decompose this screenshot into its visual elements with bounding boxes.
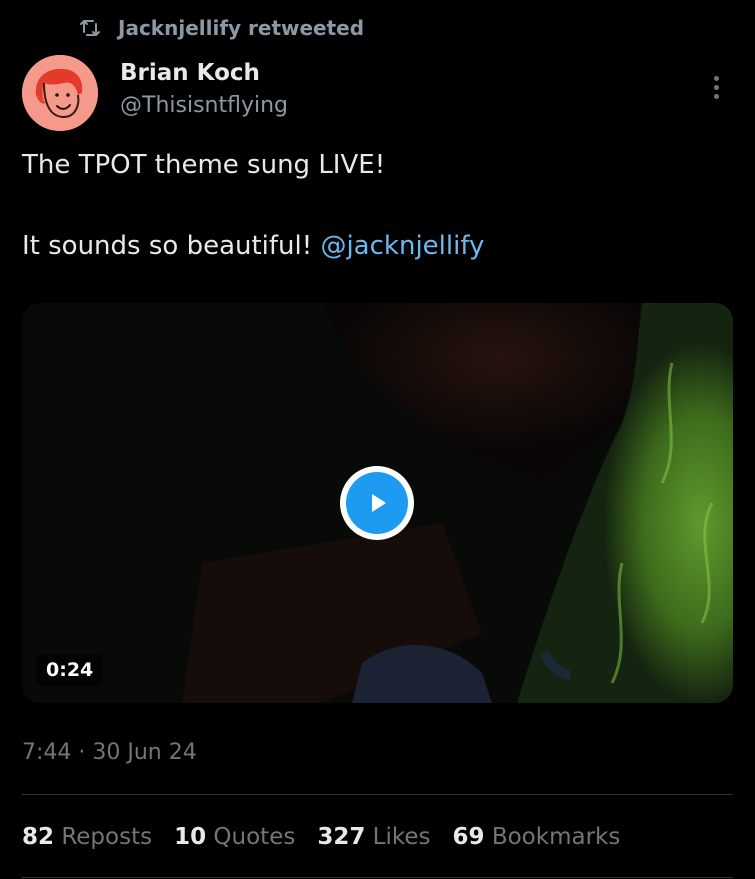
- retweet-icon: [78, 16, 102, 40]
- more-dot: [713, 75, 719, 81]
- stat-reposts[interactable]: 82 Reposts: [22, 824, 152, 850]
- divider: [22, 877, 733, 878]
- tweet-timestamp[interactable]: 7:44 · 30 Jun 24: [22, 740, 197, 765]
- stat-label: Reposts: [61, 824, 153, 850]
- mention-link[interactable]: @jacknjellify: [320, 231, 484, 261]
- tweet-text: It sounds so beautiful!: [22, 231, 321, 261]
- more-options-icon[interactable]: [706, 70, 726, 104]
- divider: [22, 794, 733, 795]
- video-duration-badge: 0:24: [36, 654, 104, 686]
- stat-count: 327: [317, 824, 366, 850]
- play-button[interactable]: [340, 466, 414, 540]
- stat-bookmarks[interactable]: 69 Bookmarks: [453, 824, 621, 850]
- stat-count: 69: [452, 824, 485, 850]
- engagement-stats: 82 Reposts 10 Quotes 327 Likes 69 Bookma…: [22, 820, 642, 854]
- tweet-text-line: It sounds so beautiful! @jacknjellify: [22, 231, 484, 261]
- author-handle[interactable]: @Thisisntflying: [120, 93, 288, 118]
- author-display-name[interactable]: Brian Koch: [120, 60, 260, 86]
- avatar-face-icon: [22, 55, 98, 131]
- stat-count: 82: [22, 824, 55, 850]
- stat-quotes[interactable]: 10 Quotes: [174, 824, 295, 850]
- tweet-text-line: The TPOT theme sung LIVE!: [22, 150, 386, 180]
- retweet-header[interactable]: Jacknjellify retweeted: [78, 14, 364, 42]
- stat-label: Bookmarks: [491, 824, 621, 850]
- retweet-label: Jacknjellify retweeted: [118, 16, 365, 40]
- more-dot: [713, 84, 719, 90]
- stat-label: Quotes: [213, 824, 296, 850]
- stat-count: 10: [174, 824, 207, 850]
- more-dot: [713, 93, 719, 99]
- stat-label: Likes: [372, 824, 431, 850]
- avatar[interactable]: [22, 55, 98, 131]
- play-icon: [346, 472, 408, 534]
- stat-likes[interactable]: 327 Likes: [317, 824, 430, 850]
